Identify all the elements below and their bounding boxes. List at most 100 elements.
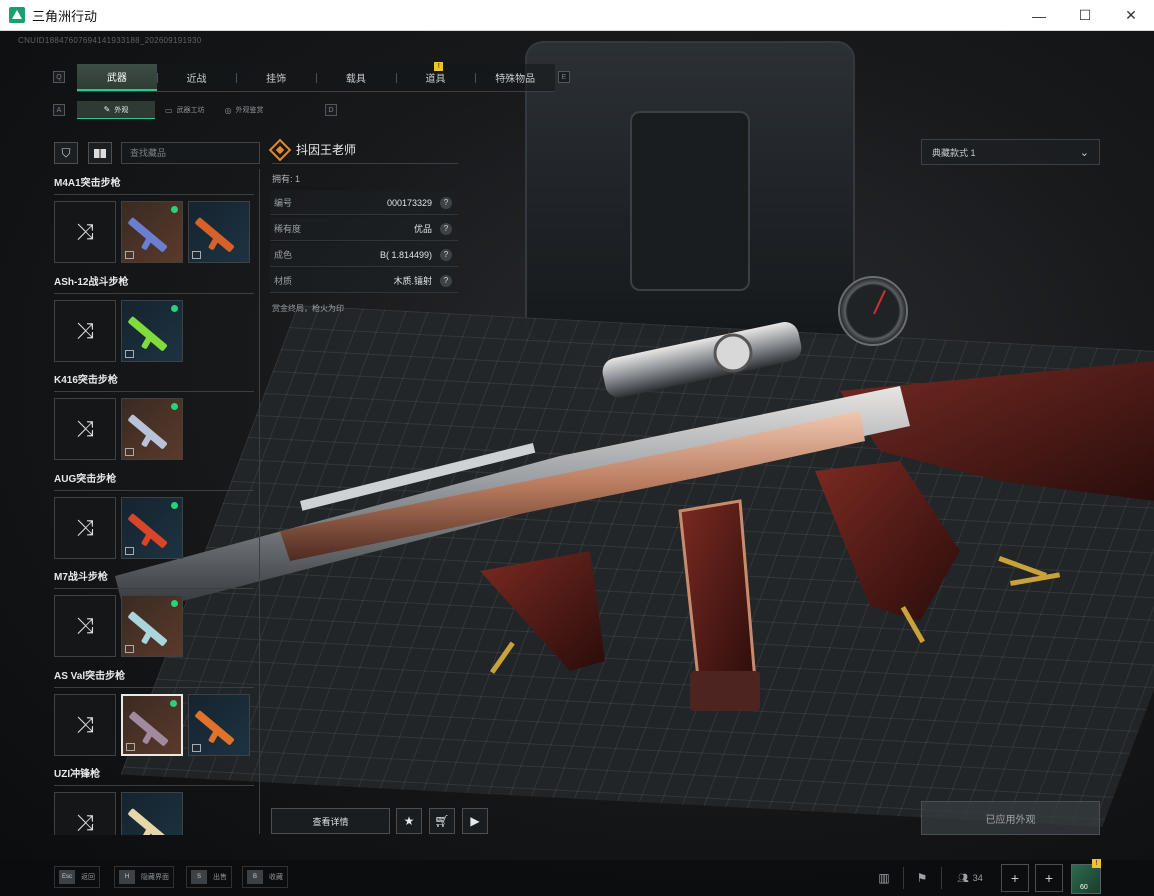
panel-divider [259,169,260,834]
skin-thumbnail[interactable] [121,299,183,362]
game-viewport: CNUID18847607694141933188_202609191930 Q… [0,31,1154,896]
skin-row: ⤨ [54,398,254,460]
attr-value: 木质.镭射 [393,276,432,286]
random-skin-button[interactable]: ⤨ [54,693,116,756]
hint-sell[interactable]: S 出售 [186,866,232,888]
maximize-button[interactable]: ☐ [1062,0,1108,31]
window-title: 三角洲行动 [32,8,98,24]
hint-hide-ui[interactable]: H 隐藏界面 [114,866,174,888]
key-cap: B [247,870,263,884]
cart-button[interactable]: 🛒︎ [429,808,455,834]
skin-thumbnail[interactable] [121,693,183,756]
weapon-group-title: UZI冲锋枪 [54,766,254,786]
random-skin-button[interactable]: ⤨ [54,792,116,835]
view-details-button[interactable]: 查看详情 [271,808,390,834]
random-skin-button[interactable]: ⤨ [54,201,116,263]
stats-button[interactable]: ▥ [870,864,898,892]
search-input[interactable] [121,142,260,164]
attr-value: 优品 [413,224,432,234]
minimize-button[interactable]: — [1016,0,1062,31]
attr-key: 成色 [274,250,293,260]
tab-charms[interactable]: 挂饰 [236,64,316,91]
prev-subtab-key-hint[interactable]: A [53,104,65,116]
skin-thumbnail[interactable] [188,201,250,263]
skin-thumbnail[interactable] [121,398,183,460]
next-tab-key-hint[interactable]: E [558,71,570,83]
grid-view-icon [94,148,106,158]
help-icon[interactable]: ? [440,196,452,209]
skin-row: ⤨ [54,299,254,362]
attr-row-material: 材质 木质.镭射 ? [270,269,458,293]
image-icon [125,448,134,456]
add-slot-button[interactable]: + [1001,864,1029,892]
subtab-appearance[interactable]: ✎ 外观 [77,101,155,119]
help-icon[interactable]: ? [440,222,452,235]
random-skin-button[interactable]: ⤨ [54,595,116,657]
tab-vehicles[interactable]: 载具 [316,64,396,91]
tab-melee[interactable]: 近战 [156,64,237,91]
category-tabs: 武器 近战 挂饰 载具 道具! 特殊物品 [77,62,555,92]
separator [903,867,904,889]
favorite-button[interactable]: ★ [396,808,422,834]
tab-special-items[interactable]: 特殊物品 [475,64,555,91]
image-icon [125,645,134,653]
view-toggle-button[interactable] [88,142,112,164]
help-icon[interactable]: ? [440,274,452,287]
random-skin-button[interactable]: ⤨ [54,496,116,559]
prev-tab-key-hint[interactable]: Q [53,71,65,83]
key-cap: Esc [59,870,75,884]
weapon-group-title: M4A1突击步枪 [54,175,254,195]
shuffle-icon: ⤨ [76,514,94,540]
apply-skin-button[interactable]: 已应用外观 [921,801,1100,835]
shuffle-icon: ⤨ [76,219,94,244]
image-icon [192,743,201,752]
close-button[interactable]: ✕ [1108,0,1154,31]
image-icon [126,742,135,751]
random-skin-button[interactable]: ⤨ [54,398,116,460]
appreciate-icon: ◎ [224,105,232,115]
preview-play-button[interactable]: ▶ [462,808,488,834]
gauge-dial [838,276,908,346]
filter-icon: ⛉ [61,145,71,160]
attr-key: 编号 [274,198,293,208]
key-cap: S [191,870,207,884]
preset-dropdown[interactable]: 典藏款式 1 ⌄ [921,139,1100,165]
shuffle-icon: ⤨ [76,317,94,343]
equipped-dot [171,304,178,312]
weapon-group-title: AUG突击步枪 [54,471,254,491]
attr-value: 000173329 [386,197,432,208]
next-subtab-key-hint[interactable]: D [325,104,337,116]
subtab-appreciate[interactable]: ◎ 外观鉴赏 [215,101,274,119]
report-button[interactable]: ⚑ [908,864,936,892]
tab-weapons[interactable]: 武器 [77,64,157,91]
skin-thumbnail[interactable] [121,496,183,559]
weapon-group: UZI冲锋枪 ⤨ [54,766,254,835]
subtab-workshop[interactable]: ▭ 武器工坊 [155,101,215,119]
friends-button[interactable]: 👥︎ 34 [948,864,992,892]
attr-key: 材质 [274,276,293,286]
add-slot-button[interactable]: + [1035,864,1063,892]
weapon-group-title: ASh-12战斗步枪 [54,274,254,294]
random-skin-button[interactable]: ⤨ [54,299,116,362]
skin-row: ⤨ [54,693,254,756]
window-titlebar: 三角洲行动 — ☐ ✕ [0,0,1154,31]
uid-watermark: CNUID18847607694141933188_202609191930 [18,36,202,45]
filter-button[interactable]: ⛉ [54,142,78,164]
owned-count: 拥有: 1 [272,174,301,184]
flag-icon: ⚑ [916,871,928,885]
attr-row-rarity: 稀有度 优品 ? [270,217,458,241]
chevron-down-icon: ⌄ [1079,147,1089,159]
help-icon[interactable]: ? [440,248,452,261]
weapon-group: AS Val突击步枪 ⤨ [54,668,254,767]
avatar-badge: ! [1092,859,1101,868]
skin-thumbnail[interactable] [188,693,250,756]
hint-esc-back[interactable]: Esc 返回 [54,866,100,888]
equipped-dot [171,600,178,607]
skin-thumbnail[interactable] [121,201,183,263]
skin-thumbnail[interactable] [121,792,183,835]
tab-items[interactable]: 道具! [395,62,476,91]
hint-favorite[interactable]: B 收藏 [242,866,288,888]
cutting-mat [120,305,1154,827]
skin-thumbnail[interactable] [121,595,183,657]
hint-label: 隐藏界面 [141,874,169,881]
